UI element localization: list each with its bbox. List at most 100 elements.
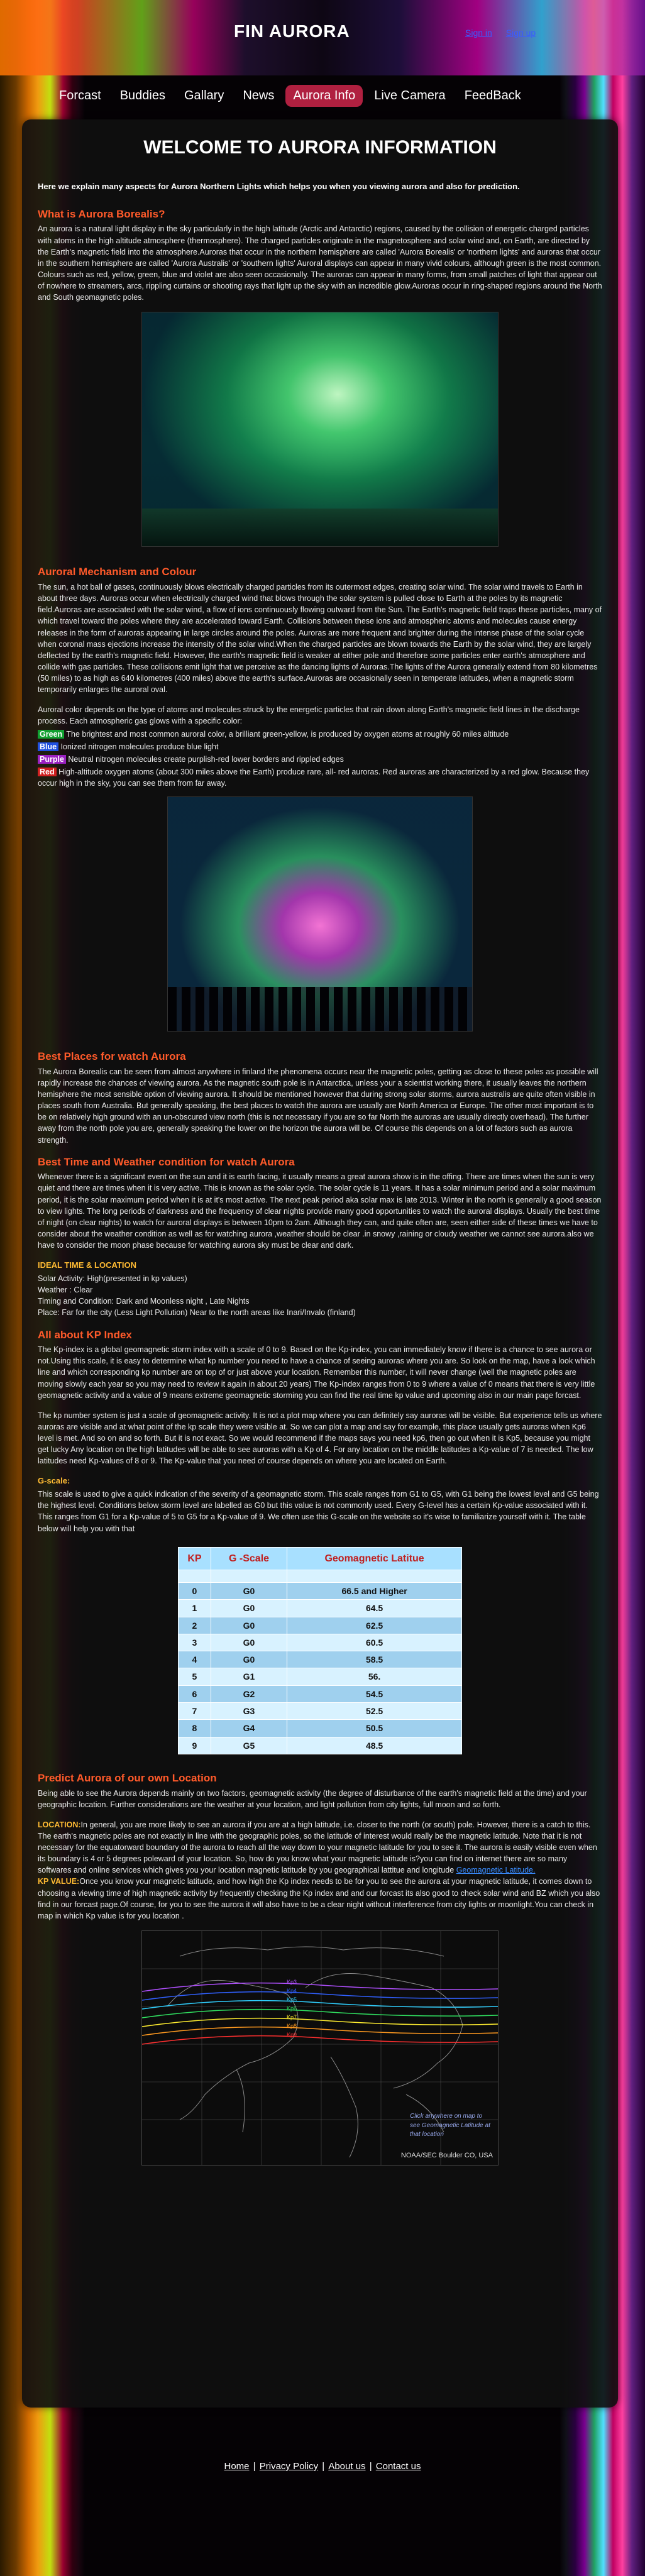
nav-live-camera[interactable]: Live Camera	[367, 85, 453, 107]
table-cell: G5	[210, 1736, 288, 1754]
best-places-heading: Best Places for watch Aurora	[38, 1050, 186, 1063]
table-cell: 64.5	[287, 1599, 462, 1617]
main-content-panel: WELCOME TO AURORA INFORMATION Here we ex…	[22, 119, 618, 2408]
table-cell: 48.5	[287, 1736, 462, 1754]
kp-line-label: Kp3	[287, 1979, 297, 1985]
colour-green-line: Green The brightest and most common auro…	[38, 729, 602, 740]
table-cell: G0	[210, 1582, 288, 1600]
table-row	[178, 1569, 462, 1583]
footer-contact-link[interactable]: Contact us	[376, 2461, 421, 2472]
gscale-heading: G-scale:	[38, 1476, 70, 1486]
footer-about-link[interactable]: About us	[328, 2461, 365, 2472]
table-row: 9 G5 48.5	[178, 1736, 462, 1754]
location-paragraph: LOCATION:In general, you are more likely…	[38, 1819, 602, 1876]
ideal-item: Timing and Condition: Dark and Moonless …	[38, 1297, 250, 1306]
colour-red-line: Red High-altitude oxygen atoms (about 30…	[38, 766, 602, 789]
signin-link[interactable]: Sign in	[465, 28, 492, 38]
gscale-body: This scale is used to give a quick indic…	[38, 1490, 599, 1533]
table-cell	[178, 1569, 211, 1583]
colour-red-text: High-altitude oxygen atoms (about 300 mi…	[38, 767, 590, 788]
table-cell: 0	[178, 1582, 211, 1600]
kp-index-heading: All about KP Index	[38, 1328, 132, 1341]
table-cell: 56.	[287, 1668, 462, 1686]
what-is-heading: What is Aurora Borealis?	[38, 207, 165, 220]
kp-line-label: Kp4	[287, 1988, 297, 1994]
table-cell: 4	[178, 1651, 211, 1669]
map-credit: NOAA/SEC Boulder CO, USA	[400, 2151, 493, 2159]
table-cell: G0	[210, 1651, 288, 1669]
kp-index-body-1: The Kp-index is a global geomagnetic sto…	[38, 1345, 595, 1400]
kp-value-body: Once you know your magnetic latitude, an…	[38, 1877, 600, 1920]
site-title: FIN AURORA	[234, 21, 350, 41]
kp-gscale-table: KP G -Scale Geomagnetic Latitue 0 G0 66.5 …	[178, 1546, 462, 1754]
table-cell: 8	[178, 1719, 211, 1737]
ideal-item: Place: Far for the city (Less Light Poll…	[38, 1308, 356, 1318]
mechanism-heading: Auroral Mechanism and Colour	[38, 566, 197, 578]
intro-text: Here we explain many aspects for Aurora …	[38, 182, 520, 191]
signup-link[interactable]: Sign up	[506, 28, 536, 38]
table-row: 4 G0 58.5	[178, 1651, 462, 1669]
table-cell: 62.5	[287, 1616, 462, 1634]
table-row: 8 G4 50.5	[178, 1719, 462, 1737]
colour-green-tag: Green	[38, 729, 65, 739]
best-places-body: The Aurora Borealis can be seen from alm…	[38, 1067, 598, 1145]
table-cell: 9	[178, 1736, 211, 1754]
table-row: 6 G2 54.5	[178, 1685, 462, 1704]
colour-purple-text: Neutral nitrogen molecules create purpli…	[65, 754, 344, 764]
kp-index-body-2: The kp number system is just a scale of …	[38, 1411, 602, 1466]
colour-purple-tag: Purple	[38, 754, 66, 764]
table-cell: 2	[178, 1616, 211, 1634]
nav-aurora-info[interactable]: Aurora Info	[285, 85, 363, 107]
nav-forcast[interactable]: Forcast	[52, 85, 109, 107]
kp-value-label: KP VALUE:	[38, 1877, 80, 1886]
table-cell: 52.5	[287, 1702, 462, 1720]
ideal-item: Weather : Clear	[38, 1285, 93, 1295]
what-is-body: An aurora is a natural light display in …	[38, 224, 602, 302]
table-cell: 66.5 and Higher	[287, 1582, 462, 1600]
ideal-item: Solar Activity: High(presented in kp val…	[38, 1274, 187, 1283]
table-cell: 60.5	[287, 1633, 462, 1652]
table-row: 5 G1 56.	[178, 1668, 462, 1686]
table-cell: 50.5	[287, 1719, 462, 1737]
kp-table-body: 0 G0 66.5 and Higher 1 G0 64.5 2 G0 62.5 3 G0 60.5 4…	[178, 1569, 462, 1754]
colour-blue-line: Blue Ionized nitrogen molecules produce …	[38, 741, 602, 752]
predict-heading: Predict Aurora of our own Location	[38, 1771, 217, 1784]
kp-line-label: Kp6	[287, 2005, 297, 2012]
aurora-green-photo	[141, 312, 499, 548]
site-header: FIN AURORA Sign in Sign up	[0, 0, 645, 75]
kp-value-paragraph: KP VALUE:Once you know your magnetic lat…	[38, 1876, 602, 1922]
table-row: 2 G0 62.5	[178, 1616, 462, 1634]
geomagnetic-map[interactable]: Kp9 Kp8 Kp7 Kp6 Kp5 Kp4 Kp3 Click anywhere on …	[141, 1930, 499, 2166]
table-cell	[210, 1569, 288, 1583]
nav-feedback[interactable]: FeedBack	[457, 85, 529, 107]
kp-line-label: Kp5	[287, 1996, 297, 2003]
kp-line-label: Kp8	[287, 2023, 297, 2029]
article-content: Here we explain many aspects for Aurora …	[38, 181, 602, 2172]
colour-blue-tag: Blue	[38, 742, 59, 751]
colour-intro: Auroral color depends on the type of ato…	[38, 705, 580, 726]
table-cell: G2	[210, 1685, 288, 1704]
kp-line-label: Kp9	[287, 2032, 297, 2038]
page-title: WELCOME TO AURORA INFORMATION	[143, 137, 497, 158]
nav-buddies[interactable]: Buddies	[113, 85, 173, 107]
aurora-pink-photo	[167, 796, 473, 1032]
table-header-kp: KP	[178, 1546, 211, 1570]
nav-news[interactable]: News	[235, 85, 282, 107]
table-cell	[287, 1569, 462, 1583]
footer-home-link[interactable]: Home	[224, 2461, 249, 2472]
best-time-heading: Best Time and Weather condition for watc…	[38, 1155, 295, 1168]
nav-gallary[interactable]: Gallary	[177, 85, 231, 107]
table-cell: 6	[178, 1685, 211, 1704]
table-cell: G4	[210, 1719, 288, 1737]
kp-line-label: Kp7	[287, 2014, 297, 2020]
table-header-gscale: G -Scale	[210, 1546, 288, 1570]
geomagnetic-latitude-link[interactable]: Geomagnetic Latitude.	[456, 1866, 536, 1874]
table-cell: 58.5	[287, 1651, 462, 1669]
table-cell: 54.5	[287, 1685, 462, 1704]
table-cell: G1	[210, 1668, 288, 1686]
footer-privacy-link[interactable]: Privacy Policy	[260, 2461, 318, 2472]
mechanism-body: The sun, a hot ball of gases, continuous…	[38, 583, 602, 695]
table-cell: 5	[178, 1668, 211, 1686]
best-time-body: Whenever there is a significant event on…	[38, 1172, 602, 1250]
table-row: 0 G0 66.5 and Higher	[178, 1582, 462, 1600]
